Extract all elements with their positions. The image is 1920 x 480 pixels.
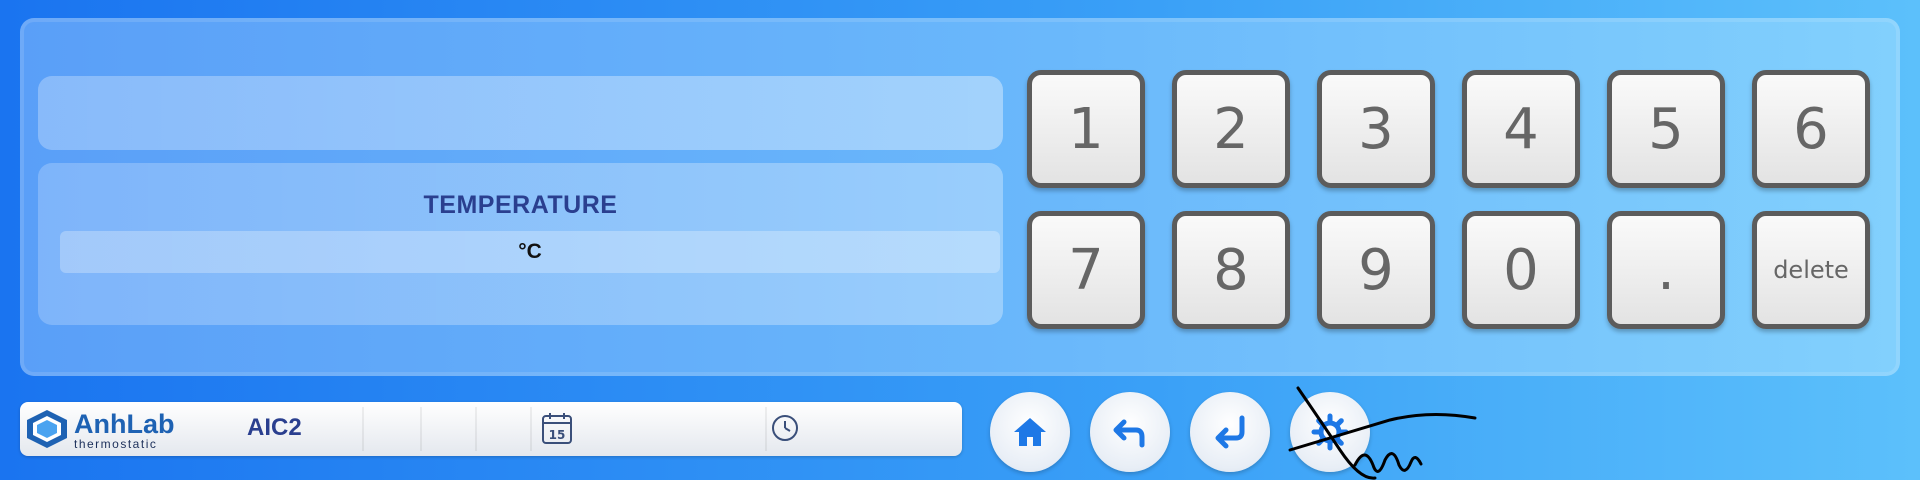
enter-icon <box>1215 415 1245 449</box>
logo-text: AnhLab <box>74 409 175 439</box>
divider <box>765 407 767 451</box>
device-name: AIC2 <box>247 414 302 441</box>
clock-icon <box>770 413 800 443</box>
input-field[interactable] <box>38 76 1003 150</box>
temperature-panel: TEMPERATURE °C <box>38 163 1003 325</box>
logo-subtitle: thermostatic <box>74 437 158 451</box>
main-panel: TEMPERATURE °C 1 2 3 4 5 6 7 8 9 0 . del… <box>20 18 1900 376</box>
calendar-icon: 15 <box>541 411 573 445</box>
temperature-value-field[interactable]: °C <box>60 231 1000 273</box>
home-icon <box>1014 418 1046 446</box>
key-4[interactable]: 4 <box>1462 70 1580 188</box>
temperature-title: TEMPERATURE <box>423 191 618 219</box>
divider <box>475 407 477 451</box>
key-5[interactable]: 5 <box>1607 70 1725 188</box>
status-bar: AnhLab thermostatic AIC2 15 <box>20 402 962 456</box>
enter-button[interactable] <box>1190 392 1270 472</box>
key-2[interactable]: 2 <box>1172 70 1290 188</box>
divider <box>362 407 364 451</box>
key-1[interactable]: 1 <box>1027 70 1145 188</box>
key-9[interactable]: 9 <box>1317 211 1435 329</box>
divider <box>420 407 422 451</box>
divider <box>530 407 532 451</box>
calendar-day: 15 <box>549 428 566 442</box>
temperature-unit: °C <box>518 240 542 263</box>
logo-icon <box>27 410 67 448</box>
key-0[interactable]: 0 <box>1462 211 1580 329</box>
back-button[interactable] <box>1090 392 1170 472</box>
home-button[interactable] <box>990 392 1070 472</box>
gear-icon <box>1311 413 1349 451</box>
key-8[interactable]: 8 <box>1172 211 1290 329</box>
anhlab-logo: AnhLab thermostatic <box>24 408 194 451</box>
key-7[interactable]: 7 <box>1027 211 1145 329</box>
settings-button[interactable] <box>1290 392 1370 472</box>
key-6[interactable]: 6 <box>1752 70 1870 188</box>
key-delete[interactable]: delete <box>1752 211 1870 329</box>
undo-icon <box>1113 419 1145 448</box>
key-3[interactable]: 3 <box>1317 70 1435 188</box>
key-decimal[interactable]: . <box>1607 211 1725 329</box>
